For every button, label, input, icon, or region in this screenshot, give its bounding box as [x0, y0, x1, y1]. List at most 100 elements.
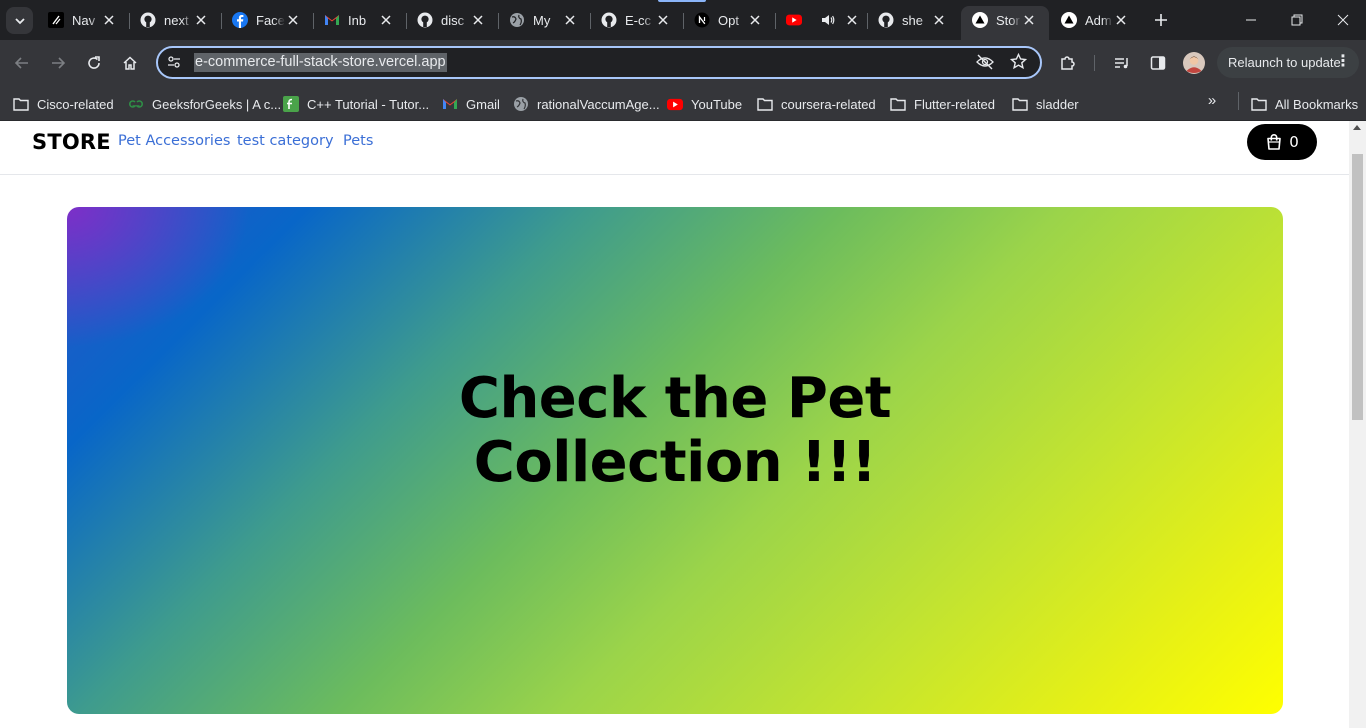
tab-title: disc — [441, 12, 465, 28]
bookmark-cisco-related[interactable]: Cisco-related — [13, 92, 114, 116]
shopping-bag-icon — [1267, 134, 1282, 150]
relaunch-label: Relaunch to update — [1228, 55, 1341, 70]
folder-icon — [13, 96, 29, 112]
folder-icon — [1251, 96, 1267, 112]
close-icon[interactable] — [931, 12, 947, 28]
scroll-up-arrow-icon[interactable] — [1353, 125, 1361, 130]
tab-2[interactable]: Face — [221, 6, 314, 34]
geeksforgeeks-icon — [128, 96, 144, 112]
tab-9[interactable]: she — [867, 6, 959, 34]
relaunch-to-update-button[interactable]: Relaunch to update ⋮ — [1217, 47, 1359, 78]
tab-1[interactable]: next — [129, 6, 222, 34]
close-icon — [1337, 14, 1349, 26]
close-icon[interactable] — [844, 12, 860, 28]
bookmark-label: coursera-related — [781, 96, 876, 112]
close-icon[interactable] — [655, 12, 671, 28]
all-bookmarks-button[interactable]: All Bookmarks — [1251, 92, 1358, 116]
bookmark-geeksforgeeks[interactable]: GeeksforGeeks | A c... — [128, 92, 281, 116]
bookmark-label: C++ Tutorial - Tutor... — [307, 96, 430, 112]
bookmarks-overflow-chevron-icon[interactable]: » — [1202, 90, 1222, 110]
close-icon[interactable] — [285, 12, 301, 28]
close-icon[interactable] — [562, 12, 578, 28]
bookmark-youtube[interactable]: YouTube — [667, 92, 742, 116]
bookmark-sladder[interactable]: sladder — [1012, 92, 1079, 116]
nav-link-pet-accessories[interactable]: Pet Accessories — [118, 133, 230, 149]
minimize-button[interactable] — [1228, 0, 1274, 40]
extensions-button[interactable] — [1054, 49, 1082, 77]
github-icon — [140, 12, 156, 28]
new-tab-button[interactable] — [1150, 9, 1172, 31]
address-url[interactable]: e-commerce-full-stack-store.vercel.app — [194, 53, 447, 72]
tab-8[interactable] — [775, 6, 868, 34]
forward-button[interactable] — [44, 49, 72, 77]
tab-4[interactable]: disc — [406, 6, 499, 34]
arrow-right-icon — [52, 57, 66, 69]
more-vert-icon[interactable]: ⋮ — [1335, 52, 1351, 72]
close-icon[interactable] — [101, 12, 117, 28]
globe-icon — [513, 96, 529, 112]
close-icon[interactable] — [193, 12, 209, 28]
billboard-title: Check the Pet Collection !!! — [67, 367, 1283, 495]
side-panel-button[interactable] — [1144, 49, 1172, 77]
reload-button[interactable] — [80, 49, 108, 77]
page-scrollbar[interactable] — [1349, 121, 1366, 728]
tab-3[interactable]: Inb — [313, 6, 407, 34]
address-bar[interactable]: e-commerce-full-stack-store.vercel.app — [156, 46, 1042, 79]
home-icon — [123, 56, 137, 70]
facebook-icon — [232, 12, 248, 28]
scrollbar-thumb[interactable] — [1352, 154, 1363, 420]
bookmark-cpp-tutorial[interactable]: C++ Tutorial - Tutor... — [283, 92, 429, 116]
tab-title: next — [164, 12, 189, 28]
tab-search-button[interactable] — [6, 7, 33, 34]
nextjs-icon — [694, 12, 710, 28]
close-icon[interactable] — [1021, 12, 1037, 28]
cart-count: 0 — [1289, 133, 1299, 151]
gmail-icon — [442, 96, 458, 112]
bookmark-coursera-related[interactable]: coursera-related — [757, 92, 876, 116]
profile-avatar[interactable] — [1180, 49, 1208, 77]
tab-11[interactable]: Adm — [1050, 6, 1141, 34]
back-button[interactable] — [8, 49, 36, 77]
close-icon[interactable] — [1113, 12, 1129, 28]
vercel-triangle-icon — [972, 12, 988, 28]
cart-button[interactable]: 0 — [1247, 124, 1317, 160]
close-icon[interactable] — [470, 12, 486, 28]
store-logo[interactable]: STORE — [32, 130, 111, 154]
close-icon[interactable] — [747, 12, 763, 28]
tab-title: she — [902, 12, 923, 28]
restore-button[interactable] — [1274, 0, 1320, 40]
tab-title: Opt — [718, 12, 739, 28]
bookmark-flutter-related[interactable]: Flutter-related — [890, 92, 995, 116]
close-icon[interactable] — [378, 12, 394, 28]
bookmark-label: Gmail — [466, 96, 500, 112]
gmail-icon — [324, 12, 340, 28]
vercel-triangle-icon — [1061, 12, 1077, 28]
media-control-button[interactable] — [1108, 49, 1136, 77]
youtube-icon — [786, 12, 802, 28]
site-navbar: STORE Pet Accessories test category Pets… — [0, 121, 1349, 175]
bookmark-rationalvaccumage[interactable]: rationalVaccumAge... — [513, 92, 660, 116]
home-button[interactable] — [116, 49, 144, 77]
folder-icon — [1012, 96, 1028, 112]
nav-link-test-category[interactable]: test category — [237, 133, 334, 149]
close-window-button[interactable] — [1320, 0, 1366, 40]
youtube-icon — [667, 96, 683, 112]
tab-5[interactable]: My — [498, 6, 591, 34]
nav-link-pets[interactable]: Pets — [343, 133, 373, 149]
arrow-left-icon — [14, 57, 28, 69]
browser-toolbar: e-commerce-full-stack-store.vercel.app R… — [0, 40, 1366, 86]
tab-0[interactable]: Nav — [37, 6, 130, 34]
tab-7[interactable]: Opt — [683, 6, 776, 34]
tab-title: Inb — [348, 12, 367, 28]
github-icon — [878, 12, 894, 28]
eye-slash-icon[interactable] — [976, 54, 994, 75]
billboard-title-line-2: Collection !!! — [473, 430, 877, 495]
tab-10-active[interactable]: Stor — [961, 6, 1049, 40]
chevron-down-icon — [14, 17, 25, 24]
bookmark-gmail[interactable]: Gmail — [442, 92, 500, 116]
folder-icon — [890, 96, 906, 112]
site-settings-icon[interactable] — [166, 54, 182, 75]
star-icon[interactable] — [1009, 52, 1028, 75]
speaker-icon[interactable] — [820, 12, 836, 28]
tab-6[interactable]: E-cc — [590, 6, 684, 34]
